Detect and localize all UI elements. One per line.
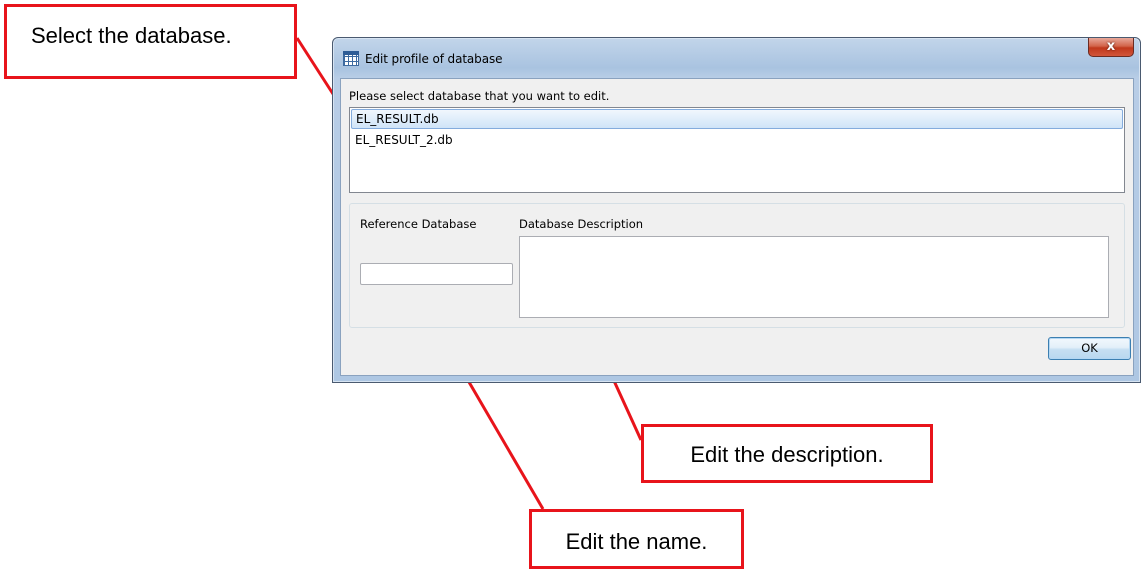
callout-edit-description: Edit the description. — [641, 424, 933, 483]
ok-button[interactable]: OK — [1048, 337, 1131, 360]
database-description-label: Database Description — [519, 217, 644, 231]
edit-profile-dialog: Edit profile of database x Please select… — [332, 37, 1141, 383]
list-item[interactable]: EL_RESULT_2.db — [351, 130, 1123, 150]
dialog-client-area: Please select database that you want to … — [340, 78, 1134, 376]
callout-edit-name: Edit the name. — [529, 509, 744, 569]
title-bar[interactable]: Edit profile of database x — [333, 38, 1140, 78]
callout-select-database: Select the database. — [4, 4, 297, 79]
reference-database-input[interactable] — [360, 263, 513, 285]
database-listbox[interactable]: EL_RESULT.db EL_RESULT_2.db — [349, 107, 1125, 193]
database-description-textarea[interactable] — [519, 236, 1109, 318]
select-prompt: Please select database that you want to … — [349, 89, 610, 103]
profile-group: Reference Database Database Description — [349, 203, 1125, 328]
window-title: Edit profile of database — [365, 52, 503, 66]
database-grid-icon — [343, 51, 359, 66]
close-button[interactable]: x — [1088, 38, 1134, 57]
list-item[interactable]: EL_RESULT.db — [351, 109, 1123, 129]
reference-database-label: Reference Database — [360, 217, 477, 231]
